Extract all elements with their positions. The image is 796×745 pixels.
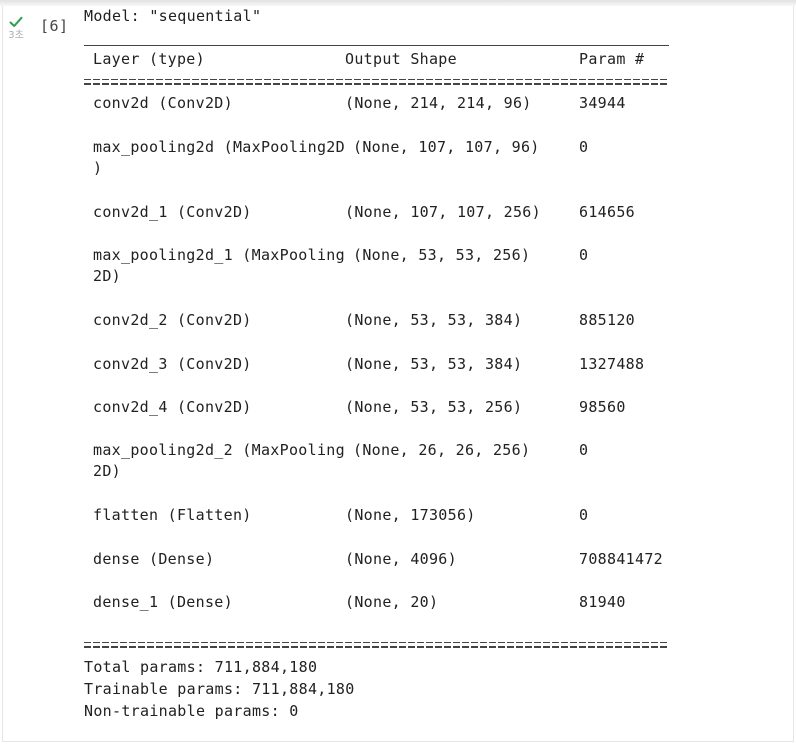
output-shape: (None, 107, 107, 256) [345,203,541,221]
output-shape: (None, 4096) [345,550,457,568]
param-count: 34944 [579,94,626,112]
top-rule [84,45,669,46]
output-shape: (None, 173056) [345,506,476,524]
param-count: 0 [579,441,589,459]
header-layer: Layer (type) [93,50,205,68]
layer-name: conv2d_3 (Conv2D) [93,355,252,373]
trainable-params: Trainable params: 711,884,180 [84,680,355,698]
output-shape: (None, 53, 53, 256) [353,246,531,264]
model-name-line: Model: "sequential" [84,7,262,25]
layer-name: conv2d_2 (Conv2D) [93,311,252,329]
param-count: 0 [579,506,589,524]
elapsed-time: 3초 [8,30,24,41]
header-double-rule [84,79,669,85]
output-shape: (None, 26, 26, 256) [353,441,531,459]
execution-count: [6] [40,17,69,35]
layer-name: max_pooling2d_2 (MaxPooling [93,441,345,459]
non-trainable-params: Non-trainable params: 0 [84,702,299,720]
layer-name-continuation: ) [93,159,103,177]
output-shape: (None, 53, 53, 384) [345,355,523,373]
param-count: 81940 [579,593,626,611]
layer-name: max_pooling2d (MaxPooling2D [93,138,345,156]
layer-name: conv2d (Conv2D) [93,94,233,112]
output-shape: (None, 53, 53, 384) [345,311,523,329]
total-params: Total params: 711,884,180 [84,658,318,676]
checkmark-icon [9,16,23,27]
layer-name-continuation: 2D) [93,462,121,480]
output-shape: (None, 107, 107, 96) [353,138,540,156]
layer-name: dense_1 (Dense) [93,593,233,611]
param-count: 1327488 [579,355,645,373]
param-count: 885120 [579,311,635,329]
header-param-count: Param # [579,50,645,68]
layer-name-continuation: 2D) [93,267,121,285]
output-shape: (None, 20) [345,593,439,611]
param-count: 614656 [579,203,635,221]
layer-name: flatten (Flatten) [93,506,252,524]
layer-name: conv2d_4 (Conv2D) [93,398,252,416]
cell-run-status[interactable]: 3초 [4,16,28,42]
footer-double-rule [84,642,669,648]
output-shape: (None, 214, 214, 96) [345,94,532,112]
layer-name: max_pooling2d_1 (MaxPooling [93,246,345,264]
param-count: 0 [579,138,589,156]
param-count: 0 [579,246,589,264]
output-shape: (None, 53, 53, 256) [345,398,523,416]
layer-name: dense (Dense) [93,550,215,568]
param-count: 98560 [579,398,626,416]
layer-name: conv2d_1 (Conv2D) [93,203,252,221]
param-count: 708841472 [579,550,663,568]
header-output-shape: Output Shape [345,50,457,68]
